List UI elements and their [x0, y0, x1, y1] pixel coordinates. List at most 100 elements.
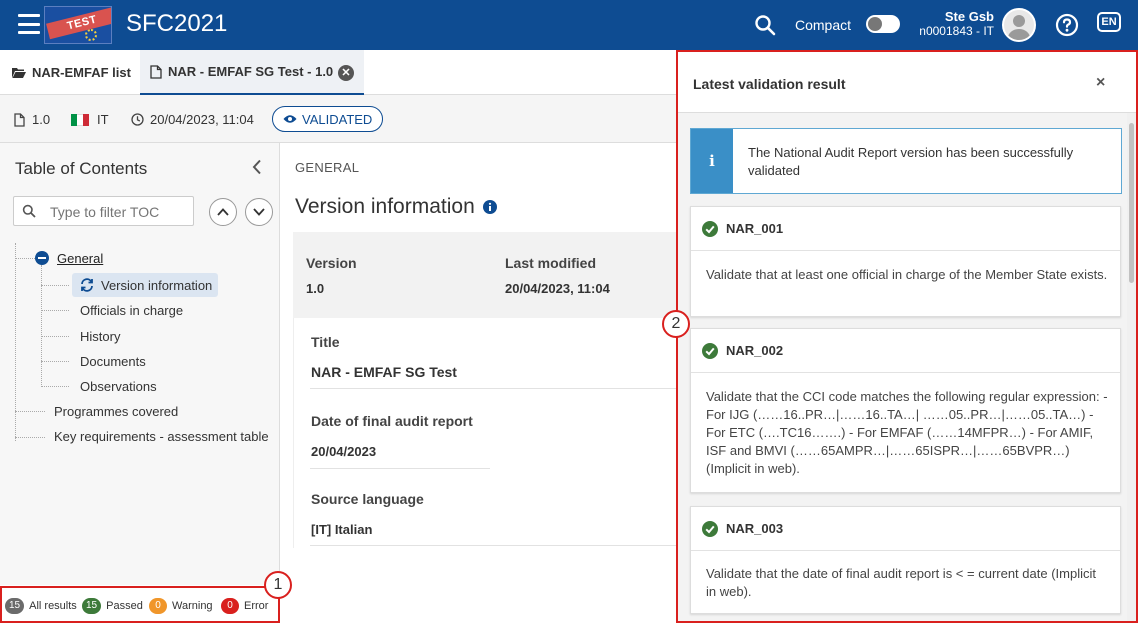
toc-item-key-requirements[interactable]: Key requirements - assessment table [54, 429, 269, 444]
test-ribbon: TEST [46, 7, 111, 40]
last-modified-label: Last modified [505, 255, 597, 271]
warning-count: 0 [149, 598, 167, 614]
final-audit-date-label: Date of final audit report [311, 413, 473, 429]
rule-description: Validate that the CCI code matches the f… [706, 389, 1108, 476]
validation-rule-card: NAR_001 Validate that at least one offic… [690, 206, 1121, 317]
info-alert: i The National Audit Report version has … [690, 128, 1122, 194]
user-info[interactable]: Ste Gsb n0001843 - IT [912, 9, 994, 39]
divider [310, 388, 677, 389]
eu-logo[interactable]: TEST [44, 6, 112, 44]
passed-label: Passed [106, 600, 143, 612]
filter-all-results[interactable]: 15 All results [5, 598, 77, 614]
italy-flag-icon [71, 113, 89, 126]
page-title: Version information [295, 195, 497, 219]
toc-item-programmes-covered[interactable]: Programmes covered [54, 404, 178, 419]
tab-nar-emfaf-list[interactable]: NAR-EMFAF list [12, 50, 131, 95]
check-circle-icon [702, 220, 718, 237]
toc-item-general[interactable]: General [57, 251, 103, 266]
tree-line [41, 265, 42, 387]
language-code: EN [1097, 12, 1121, 32]
toc-item-officials-in-charge[interactable]: Officials in charge [80, 303, 183, 318]
divider [310, 545, 677, 546]
toc-item-history[interactable]: History [80, 329, 120, 344]
close-icon[interactable]: × [1096, 74, 1105, 92]
rule-header: NAR_003 [691, 507, 1120, 551]
rule-code: NAR_003 [726, 521, 784, 536]
tree-line [15, 411, 45, 412]
chevron-down-icon [253, 208, 265, 216]
validation-rule-card: NAR_002 Validate that the CCI code match… [690, 328, 1121, 493]
avatar[interactable] [1002, 8, 1036, 42]
toc-item-label: Version information [101, 278, 213, 293]
toc-item-observations[interactable]: Observations [80, 379, 157, 394]
menu-icon[interactable] [18, 14, 40, 34]
rule-description: Validate that the date of final audit re… [706, 566, 1096, 599]
error-label: Error [244, 600, 269, 612]
toc-item-version-information[interactable]: Version information [72, 273, 218, 297]
status-label: VALIDATED [302, 111, 373, 127]
top-header: TEST SFC2021 Compact Ste Gsb n0001843 - … [0, 0, 1138, 50]
user-code: n0001843 - IT [919, 24, 994, 38]
all-results-label: All results [29, 600, 77, 612]
chevron-left-icon[interactable] [252, 159, 262, 180]
help-icon[interactable] [1055, 13, 1079, 40]
refresh-icon [80, 278, 94, 292]
check-circle-icon [702, 520, 718, 537]
passed-count: 15 [82, 598, 102, 614]
tree-line [41, 386, 69, 387]
version-details-card: Title NAR - EMFAF SG Test Date of final … [293, 318, 677, 548]
country-code: IT [97, 112, 109, 127]
app-title: SFC2021 [126, 10, 228, 37]
toc-item-documents[interactable]: Documents [80, 354, 146, 369]
callout-2: 2 [662, 310, 690, 338]
panel-title: Latest validation result [693, 76, 846, 92]
tree-line [15, 437, 45, 438]
document-icon [14, 112, 25, 127]
folder-open-icon [12, 67, 26, 79]
toc-nav-up-button[interactable] [209, 198, 237, 226]
version-summary-card: Version 1.0 Last modified 20/04/2023, 11… [293, 232, 676, 318]
warning-label: Warning [172, 600, 213, 612]
search-icon[interactable] [754, 14, 776, 39]
title-value: NAR - EMFAF SG Test [311, 364, 457, 380]
tab-nar-emfaf-sg-test[interactable]: NAR - EMFAF SG Test - 1.0 ✕ [140, 50, 364, 95]
toc-filter-input[interactable] [50, 202, 190, 222]
tree-line [41, 361, 69, 362]
panel-header: Latest validation result × [678, 52, 1136, 113]
compact-toggle[interactable] [866, 15, 900, 33]
title-label: Title [311, 334, 340, 350]
datetime-indicator: 20/04/2023, 11:04 [131, 112, 254, 127]
language-icon[interactable]: EN [1097, 12, 1121, 36]
validation-status-bar: 15 All results 15 Passed 0 Warning 0 Err… [0, 586, 280, 623]
section-label: GENERAL [295, 160, 360, 175]
collapse-minus-icon[interactable] [35, 251, 49, 265]
rule-description: Validate that at least one official in c… [706, 267, 1108, 282]
close-tab-icon[interactable]: ✕ [338, 65, 354, 81]
filter-passed[interactable]: 15 Passed [82, 598, 143, 614]
tab-label: NAR - EMFAF SG Test - 1.0 [168, 64, 334, 79]
final-audit-date-value: 20/04/2023 [311, 444, 377, 459]
document-icon [150, 64, 162, 79]
version-number: 1.0 [32, 112, 51, 127]
filter-warning[interactable]: 0 Warning [149, 598, 213, 614]
error-count: 0 [221, 598, 239, 614]
tree-line [41, 285, 69, 286]
tree-line [41, 336, 69, 337]
version-value: 1.0 [306, 281, 325, 296]
rule-code: NAR_001 [726, 221, 784, 236]
info-icon[interactable] [482, 200, 497, 214]
rule-header: NAR_002 [691, 329, 1120, 373]
toc-nav-down-button[interactable] [245, 198, 273, 226]
search-icon [22, 204, 36, 221]
validated-status-badge[interactable]: VALIDATED [272, 106, 384, 132]
toc-title: Table of Contents [15, 159, 148, 178]
last-modified-value: 20/04/2023, 11:04 [505, 281, 610, 296]
toggle-knob [868, 17, 882, 31]
filter-error[interactable]: 0 Error [221, 598, 268, 614]
eu-stars-icon [85, 29, 97, 41]
toc-filter [13, 196, 194, 226]
scrollbar-thumb[interactable] [1129, 123, 1134, 283]
source-language-value: [IT] Italian [311, 522, 373, 537]
eye-icon [283, 114, 297, 124]
divider [310, 468, 490, 469]
